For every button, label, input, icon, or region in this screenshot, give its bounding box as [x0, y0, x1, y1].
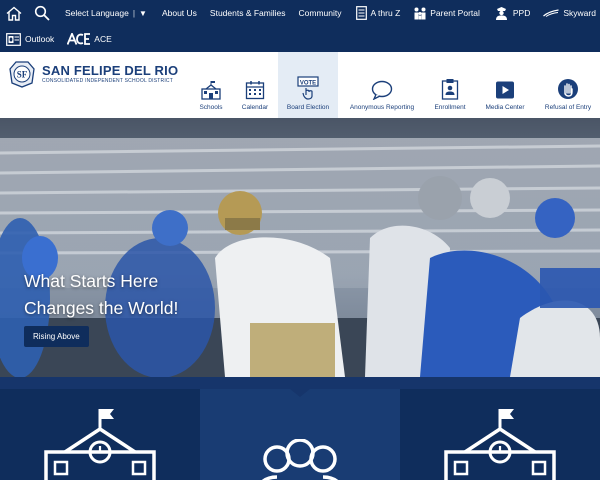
utility-bar-row-1: Select Language | ▼ About Us Students & …	[0, 1, 596, 25]
school-icon	[201, 81, 221, 100]
hero-headline-line-1: What Starts Here	[24, 271, 159, 291]
nav-enrollment-label: Enrollment	[434, 104, 466, 111]
strip-notch	[290, 389, 310, 397]
vote-icon: VOTE	[297, 76, 319, 100]
calendar-icon	[245, 81, 265, 100]
nav-link-parent-portal[interactable]: Parent Portal	[413, 7, 480, 20]
quick-link-tile-1[interactable]	[0, 389, 200, 480]
select-language-dropdown[interactable]: Select Language | ▼	[65, 8, 147, 18]
nav-board-election[interactable]: VOTE Board Election	[278, 52, 338, 118]
quick-link-tile-2[interactable]	[200, 389, 400, 480]
hero-photo	[0, 118, 600, 377]
ppd-label: PPD	[512, 8, 531, 18]
nav-media-center[interactable]: Media Center	[482, 52, 528, 118]
skyward-icon	[543, 9, 559, 17]
hero-banner: What Starts Here Changes the World! Risi…	[0, 118, 600, 377]
nav-link-about-us[interactable]: About Us	[162, 8, 197, 18]
utility-bar-row-2: Outlook ACE	[0, 27, 112, 51]
hero-headline-line-2: Changes the World!	[24, 298, 179, 318]
about-us-label: About Us	[161, 8, 197, 18]
speech-bubble-icon	[371, 80, 393, 100]
nav-schools-label: Schools	[199, 104, 223, 111]
nav-link-ppd[interactable]: PPD	[494, 6, 530, 20]
family-icon	[414, 7, 426, 19]
ace-label: ACE	[94, 34, 112, 44]
nav-refusal-of-entry[interactable]: Refusal of Entry	[541, 52, 595, 118]
nav-link-students-families[interactable]: Students & Families	[210, 8, 286, 18]
hero-bottom-strip	[0, 377, 600, 389]
home-link[interactable]	[6, 6, 26, 21]
nav-media-center-label: Media Center	[485, 104, 525, 111]
search-icon	[34, 5, 50, 21]
nav-calendar-label: Calendar	[241, 104, 269, 111]
nav-link-outlook[interactable]: Outlook	[6, 32, 55, 46]
nav-link-community[interactable]: Community	[299, 8, 342, 18]
nav-link-skyward[interactable]: Skyward	[543, 8, 596, 18]
district-name: SAN FELIPE DEL RIO	[42, 63, 179, 78]
nav-refusal-of-entry-label: Refusal of Entry	[544, 104, 592, 111]
nav-schools[interactable]: Schools	[194, 52, 228, 118]
a-thru-z-label: A thru Z	[370, 8, 401, 18]
district-logo[interactable]: SF SAN FELIPE DEL RIO CONSOLIDATED INDEP…	[6, 59, 178, 89]
chevron-down-icon: ▼	[139, 8, 147, 18]
nav-enrollment[interactable]: Enrollment	[430, 52, 470, 118]
outlook-label: Outlook	[25, 34, 55, 44]
play-icon	[496, 81, 514, 99]
school-building-icon	[44, 409, 156, 480]
nav-board-election-label: Board Election	[286, 104, 330, 111]
hero-headline: What Starts Here Changes the World!	[24, 268, 178, 322]
district-emblem-icon: SF	[9, 61, 35, 88]
nav-anonymous-reporting[interactable]: Anonymous Reporting	[345, 52, 419, 118]
police-icon	[495, 7, 507, 20]
vote-icon-text: VOTE	[300, 80, 316, 86]
community-label: Community	[298, 8, 342, 18]
quick-link-tiles	[0, 389, 600, 480]
students-families-label: Students & Families	[209, 8, 286, 18]
document-list-icon	[355, 6, 367, 20]
hand-stop-icon	[558, 79, 578, 99]
home-icon	[6, 6, 22, 21]
select-language-label: Select Language	[65, 8, 129, 18]
school-building-icon	[444, 409, 556, 480]
skyward-label: Skyward	[563, 8, 596, 18]
ace-logo-icon	[67, 33, 91, 45]
district-subtitle: CONSOLIDATED INDEPENDENT SCHOOL DISTRICT	[42, 78, 173, 84]
nav-link-a-thru-z[interactable]: A thru Z	[355, 6, 401, 20]
emblem-initials: SF	[17, 70, 28, 80]
people-group-icon	[262, 439, 338, 480]
clipboard-icon	[441, 79, 459, 100]
utility-bar: Select Language | ▼ About Us Students & …	[0, 0, 600, 52]
nav-calendar[interactable]: Calendar	[238, 52, 272, 118]
search-button[interactable]	[34, 5, 56, 21]
nav-anonymous-reporting-label: Anonymous Reporting	[349, 104, 415, 111]
outlook-icon	[6, 32, 21, 46]
parent-portal-label: Parent Portal	[430, 8, 480, 18]
quick-link-tile-3[interactable]	[400, 389, 600, 480]
nav-link-ace[interactable]: ACE	[67, 33, 112, 45]
site-header: SF SAN FELIPE DEL RIO CONSOLIDATED INDEP…	[0, 52, 600, 118]
rising-above-button[interactable]: Rising Above	[24, 326, 89, 347]
